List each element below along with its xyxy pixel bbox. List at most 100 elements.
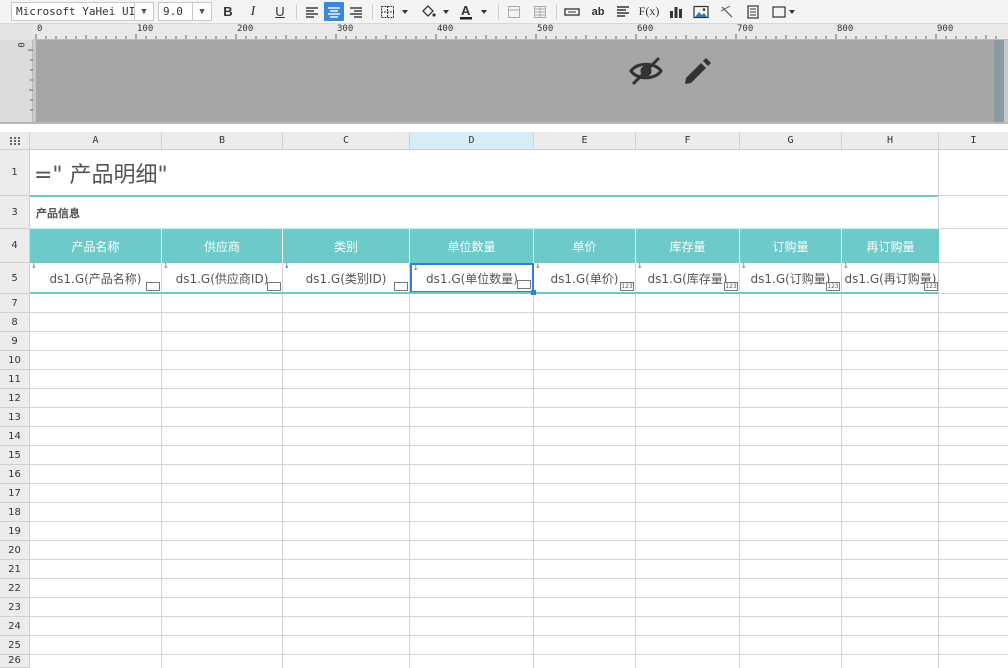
row-header[interactable]: 20 <box>0 541 30 560</box>
chart-button[interactable] <box>666 2 686 21</box>
textbox-button[interactable] <box>562 2 582 21</box>
font-color-button[interactable]: A <box>456 2 490 21</box>
data-cell-supplier[interactable]: ↓ ds1.G(供应商ID) <box>162 263 283 293</box>
align-left-icon <box>306 6 318 18</box>
chevron-down-icon[interactable]: ▼ <box>134 3 153 20</box>
ruler-label: 600 <box>637 24 654 34</box>
data-cell-category[interactable]: ↓ ds1.G(类别ID) <box>283 263 410 293</box>
align-right-button[interactable] <box>346 2 366 21</box>
row-header[interactable]: 9 <box>0 332 30 351</box>
frame-button[interactable] <box>770 2 798 21</box>
row-header[interactable]: 23 <box>0 598 30 617</box>
column-header-f[interactable]: F <box>636 132 740 150</box>
column-header-c[interactable]: C <box>283 132 410 150</box>
number-format-icon: 123 <box>724 282 738 291</box>
row-header[interactable]: 1 <box>0 150 30 196</box>
merge-cells-button[interactable] <box>504 2 524 21</box>
data-cell-label: ds1.G(类别ID) <box>305 271 387 286</box>
fill-handle[interactable] <box>531 290 536 295</box>
fill-color-button[interactable] <box>418 2 452 21</box>
data-cell-on-order[interactable]: ↓ ds1.G(订购量) 123 <box>740 263 842 293</box>
row-header[interactable]: 19 <box>0 522 30 541</box>
row-header[interactable]: 14 <box>0 427 30 446</box>
text-ab-button[interactable]: ab <box>588 2 608 21</box>
select-all-corner[interactable] <box>0 132 30 150</box>
header-cell-reorder[interactable]: 再订购量 <box>842 229 939 263</box>
split-cells-button[interactable] <box>530 2 550 21</box>
row-header[interactable]: 25 <box>0 636 30 655</box>
formula-button[interactable]: F(x) <box>639 2 660 21</box>
ruler-label: 900 <box>937 24 954 34</box>
number-format-icon: 123 <box>924 282 938 291</box>
page-edge <box>994 40 1004 122</box>
paragraph-button[interactable] <box>613 2 633 21</box>
eye-off-icon[interactable] <box>629 54 663 91</box>
row-header[interactable]: 7 <box>0 294 30 313</box>
vertical-ruler: 0 <box>0 40 33 122</box>
report-title-cell[interactable]: =" 产品明细" <box>30 150 938 196</box>
row-header[interactable]: 11 <box>0 370 30 389</box>
row-header[interactable]: 3 <box>0 196 30 229</box>
ruler-label: 500 <box>537 24 554 34</box>
row-header[interactable]: 17 <box>0 484 30 503</box>
column-header-b[interactable]: B <box>162 132 283 150</box>
ruler-corner <box>0 24 33 40</box>
row-header[interactable]: 8 <box>0 313 30 332</box>
slash-button[interactable] <box>717 2 737 21</box>
row-header[interactable]: 22 <box>0 579 30 598</box>
data-cell-reorder[interactable]: ↓ ds1.G(再订购量) 123 <box>842 263 939 293</box>
column-header-e[interactable]: E <box>534 132 636 150</box>
row-header[interactable]: 24 <box>0 617 30 636</box>
accent-divider <box>30 292 938 294</box>
font-size-select[interactable]: 9.0 ▼ <box>158 2 212 21</box>
row-header[interactable]: 18 <box>0 503 30 522</box>
data-cell-stock[interactable]: ↓ ds1.G(库存量) 123 <box>636 263 740 293</box>
merge-cells-icon <box>508 5 520 18</box>
font-family-select[interactable]: Microsoft YaHei UI ▼ <box>11 2 154 21</box>
row-header[interactable]: 16 <box>0 465 30 484</box>
expand-down-icon: ↓ <box>31 263 37 270</box>
column-header-h[interactable]: H <box>842 132 939 150</box>
expand-down-icon: ↓ <box>163 263 169 270</box>
section-label-cell[interactable]: 产品信息 <box>30 197 938 229</box>
page-canvas[interactable] <box>36 40 994 122</box>
text-format-icon <box>517 280 531 289</box>
row-header[interactable]: 10 <box>0 351 30 370</box>
ruler-label: 200 <box>237 24 254 34</box>
data-cell-product-name[interactable]: ↓ ds1.G(产品名称) <box>30 263 162 293</box>
header-cell-stock[interactable]: 库存量 <box>636 229 740 263</box>
font-family-value: Microsoft YaHei UI <box>16 5 136 18</box>
italic-button[interactable]: I <box>243 2 263 21</box>
column-header-d[interactable]: D <box>410 132 534 150</box>
header-cell-unit-price[interactable]: 单价 <box>534 229 636 263</box>
header-cell-on-order[interactable]: 订购量 <box>740 229 842 263</box>
header-cell-product-name[interactable]: 产品名称 <box>30 229 162 263</box>
horizontal-ruler: 0 100 200 300 400 500 600 700 800 900 <box>33 24 1008 40</box>
row-header[interactable]: 4 <box>0 229 30 263</box>
align-center-button[interactable] <box>324 2 344 21</box>
pencil-icon[interactable] <box>681 55 713 90</box>
header-cell-unit-quantity[interactable]: 单位数量 <box>410 229 534 263</box>
column-header-i[interactable]: I <box>939 132 1008 150</box>
column-header-a[interactable]: A <box>30 132 162 150</box>
row-header[interactable]: 5 <box>0 263 30 294</box>
textbox-icon <box>564 7 580 16</box>
image-button[interactable] <box>691 2 711 21</box>
chevron-down-icon[interactable]: ▼ <box>192 3 211 20</box>
form-button[interactable] <box>743 2 763 21</box>
data-cell-unit-quantity[interactable]: ↓ ds1.G(单位数量) <box>410 263 534 293</box>
data-cell-label: ds1.G(供应商ID) <box>175 271 269 286</box>
align-left-button[interactable] <box>302 2 322 21</box>
underline-button[interactable]: U <box>270 2 290 21</box>
row-header[interactable]: 13 <box>0 408 30 427</box>
header-cell-supplier[interactable]: 供应商 <box>162 229 283 263</box>
column-header-g[interactable]: G <box>740 132 842 150</box>
row-header[interactable]: 15 <box>0 446 30 465</box>
row-header[interactable]: 21 <box>0 560 30 579</box>
data-cell-unit-price[interactable]: ↓ ds1.G(单价) 123 <box>534 263 636 293</box>
bold-button[interactable]: B <box>218 2 238 21</box>
header-cell-category[interactable]: 类别 <box>283 229 410 263</box>
border-button[interactable] <box>378 2 412 21</box>
row-header[interactable]: 12 <box>0 389 30 408</box>
row-header[interactable]: 26 <box>0 655 30 668</box>
